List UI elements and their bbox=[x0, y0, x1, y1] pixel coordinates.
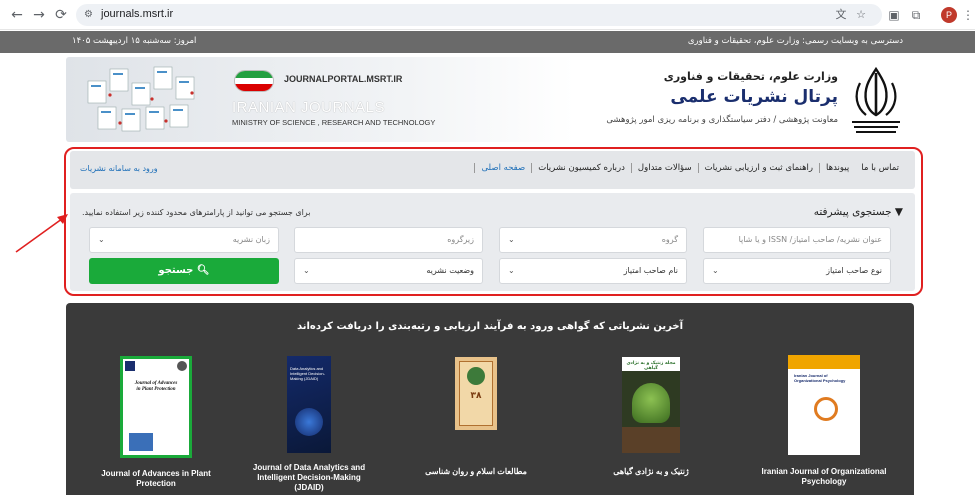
journal-name[interactable]: Iranian Journal of Organizational Psycho… bbox=[761, 467, 887, 487]
search-icon: 🔍︎ bbox=[196, 265, 210, 276]
main-nav: صفحه اصلی درباره کمیسیون نشریات سؤالات م… bbox=[70, 151, 915, 189]
nav-registration-guide[interactable]: راهنمای ثبت و ارزیابی نشریات bbox=[697, 163, 819, 173]
screen-capture-icon[interactable]: ▣ bbox=[886, 7, 902, 23]
subgroup-placeholder: زیرگروه bbox=[447, 235, 474, 244]
journal-name[interactable]: مطالعات اسلام و روان شناسی bbox=[416, 467, 536, 477]
portal-name: پرتال نشریات علمی bbox=[670, 87, 838, 107]
owner-type-select[interactable]: نوع صاحب امتیاز ⌄ bbox=[703, 258, 891, 284]
status-select[interactable]: وضعیت نشریه ⌄ bbox=[294, 258, 483, 284]
journal-name[interactable]: Journal of Data Analytics and Intelligen… bbox=[249, 463, 369, 493]
official-site-link[interactable]: دسترسی به وبسایت رسمی: وزارت علوم، تحقیق… bbox=[688, 36, 903, 46]
language-placeholder: زبان نشریه bbox=[232, 235, 270, 244]
back-icon[interactable]: ← bbox=[8, 6, 26, 24]
profile-avatar[interactable]: P bbox=[941, 7, 957, 23]
chevron-down-icon: ⌄ bbox=[508, 266, 515, 275]
title-issn-placeholder: عنوان نشریه/ صاحب امتیاز/ ISSN و یا شاپا bbox=[738, 235, 882, 244]
cover-title: Journal of Advances in Plant Protection bbox=[134, 381, 178, 392]
deputy-office: معاونت پژوهشی / دفتر سیاستگذاری و برنامه… bbox=[606, 115, 838, 125]
browser-toolbar: ← → ⟳ ⚙ journals.msrt.ir 文 ☆ ▣ ⧉ P ⋮ bbox=[0, 0, 975, 30]
address-bar[interactable]: ⚙ journals.msrt.ir 文 ☆ bbox=[76, 4, 882, 26]
annotation-arrow-icon bbox=[15, 214, 68, 253]
chevron-down-icon: ⌄ bbox=[508, 235, 515, 244]
nav-about-commission[interactable]: درباره کمیسیون نشریات bbox=[531, 163, 631, 173]
advanced-search-panel: ▼ جستجوی پیشرفته برای جستجو می توانید از… bbox=[70, 193, 915, 291]
caret-down-icon: ▼ bbox=[894, 206, 903, 218]
advanced-search-toggle[interactable]: ▼ جستجوی پیشرفته bbox=[814, 206, 903, 218]
journal-cover[interactable]: ۳۸ bbox=[455, 357, 497, 430]
nav-contact[interactable]: تماس با ما bbox=[855, 163, 905, 173]
group-placeholder: گروه bbox=[661, 235, 678, 244]
cover-title: Data Analytics and Intelligent Decision-… bbox=[290, 366, 325, 381]
journal-name[interactable]: ژنتیک و به نژادی گیاهی bbox=[591, 467, 711, 477]
ministry-subtitle-en: MINISTRY OF SCIENCE , RESEARCH AND TECHN… bbox=[232, 118, 436, 127]
chevron-down-icon: ⌄ bbox=[712, 266, 719, 275]
login-link[interactable]: ورود به سامانه نشریات bbox=[80, 164, 158, 173]
recent-journals-section: آخرین نشریاتی که گواهی ورود به فرآیند ار… bbox=[66, 303, 914, 495]
cover-title: مجله ژنتیک و به نژادی گیاهی bbox=[626, 361, 676, 371]
advanced-search-title: جستجوی پیشرفته bbox=[813, 206, 892, 218]
portal-url: JOURNALPORTAL.MSRT.IR bbox=[284, 74, 403, 84]
translate-icon[interactable]: 文 bbox=[834, 8, 848, 22]
owner-name-select[interactable]: نام صاحب امتیاز ⌄ bbox=[499, 258, 687, 284]
iran-flag-icon bbox=[234, 70, 274, 92]
status-placeholder: وضعیت نشریه bbox=[426, 266, 474, 275]
cover-title: ۳۸ bbox=[470, 391, 482, 401]
journal-cover[interactable]: Journal of Advances in Plant Protection bbox=[120, 356, 192, 458]
bookmark-star-icon[interactable]: ☆ bbox=[854, 8, 868, 22]
reload-icon[interactable]: ⟳ bbox=[52, 6, 70, 24]
today-date: امروز: سه‌شنبه ۱۵ اردیبهشت ۱۴۰۵ bbox=[72, 36, 197, 46]
search-hint: برای جستجو می توانید از پارامترهای محدود… bbox=[82, 208, 311, 217]
chevron-down-icon: ⌄ bbox=[303, 266, 310, 275]
site-info-icon[interactable]: ⚙ bbox=[84, 9, 96, 21]
menu-icon[interactable]: ⋮ bbox=[960, 7, 975, 23]
top-info-bar: امروز: سه‌شنبه ۱۵ اردیبهشت ۱۴۰۵ دسترسی ب… bbox=[0, 31, 975, 53]
journal-cover[interactable]: Iranian Journal of Organizational Psycho… bbox=[788, 355, 860, 455]
recent-journals-heading: آخرین نشریاتی که گواهی ورود به فرآیند ار… bbox=[296, 321, 684, 332]
documents-illustration bbox=[87, 66, 195, 132]
group-select[interactable]: گروه ⌄ bbox=[499, 227, 687, 253]
nav-faq[interactable]: سؤالات متداول bbox=[630, 163, 698, 173]
extensions-icon[interactable]: ⧉ bbox=[908, 7, 924, 23]
forward-icon[interactable]: → bbox=[30, 6, 48, 24]
url-text: journals.msrt.ir bbox=[101, 8, 174, 20]
iranian-journals-title: IRANIAN JOURNALS bbox=[232, 99, 386, 116]
language-select[interactable]: زبان نشریه ⌄ bbox=[89, 227, 279, 253]
nav-links[interactable]: پیوندها bbox=[819, 163, 855, 173]
search-button[interactable]: جستجو 🔍︎ bbox=[89, 258, 279, 284]
title-issn-input[interactable]: عنوان نشریه/ صاحب امتیاز/ ISSN و یا شاپا bbox=[703, 227, 891, 253]
ministry-logo-icon bbox=[852, 66, 900, 133]
owner-name-placeholder: نام صاحب امتیاز bbox=[623, 266, 678, 275]
search-button-label: جستجو bbox=[158, 265, 194, 276]
journal-name[interactable]: Journal of Advances in Plant Protection bbox=[92, 469, 220, 489]
chevron-down-icon: ⌄ bbox=[98, 235, 105, 244]
nav-home[interactable]: صفحه اصلی bbox=[474, 163, 531, 173]
cover-title: Iranian Journal of Organizational Psycho… bbox=[794, 373, 846, 383]
ministry-name: وزارت علوم، تحقیقات و فناوری bbox=[663, 70, 838, 83]
journal-cover[interactable]: Data Analytics and Intelligent Decision-… bbox=[287, 356, 331, 453]
journal-cover[interactable]: مجله ژنتیک و به نژادی گیاهی bbox=[622, 357, 680, 453]
subgroup-select[interactable]: زیرگروه bbox=[294, 227, 483, 253]
owner-type-placeholder: نوع صاحب امتیاز bbox=[826, 266, 882, 275]
site-header: JOURNALPORTAL.MSRT.IR IRANIAN JOURNALS M… bbox=[66, 57, 914, 142]
